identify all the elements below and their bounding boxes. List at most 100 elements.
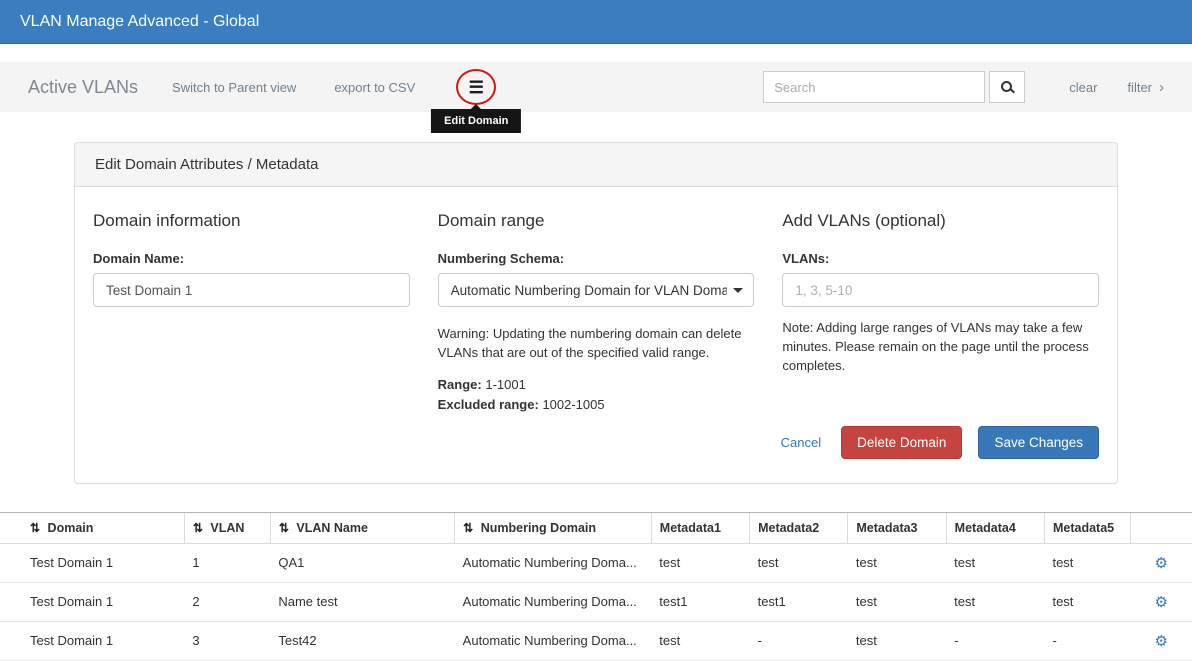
column-header-label: Numbering Domain: [481, 521, 596, 535]
switch-parent-view-link[interactable]: Switch to Parent view: [172, 80, 296, 95]
domain-information-heading: Domain information: [93, 211, 410, 231]
excluded-range-label: Excluded range:: [438, 397, 539, 412]
add-vlans-heading: Add VLANs (optional): [782, 211, 1099, 231]
edit-domain-tooltip: Edit Domain: [431, 109, 521, 133]
cell-metadata4: test: [946, 543, 1044, 582]
table-header-row: ⇅ Domain ⇅ VLAN ⇅ VLAN Name ⇅ Numbering …: [0, 512, 1192, 543]
sort-icon: ⇅: [30, 521, 40, 535]
search-input[interactable]: [763, 71, 985, 103]
column-header-vlan-name[interactable]: ⇅ VLAN Name: [270, 512, 454, 543]
numbering-schema-select[interactable]: Automatic Numbering Domain for VLAN Doma: [438, 273, 755, 307]
caret-down-icon: [733, 288, 743, 293]
cell-metadata4: test: [946, 582, 1044, 621]
column-header-vlan[interactable]: ⇅ VLAN: [184, 512, 270, 543]
sort-icon: ⇅: [193, 521, 203, 535]
row-actions-cell: ⚙: [1130, 621, 1192, 660]
page-title: VLAN Manage Advanced - Global: [20, 13, 259, 31]
delete-domain-button[interactable]: Delete Domain: [841, 426, 962, 459]
column-header-numbering-domain[interactable]: ⇅ Numbering Domain: [455, 512, 652, 543]
panel-body: Domain information Domain Name: Domain r…: [75, 187, 1117, 483]
cell-vlan: 1: [184, 543, 270, 582]
numbering-schema-label: Numbering Schema:: [438, 251, 755, 266]
table-row: Test Domain 1 3 Test42 Automatic Numberi…: [0, 621, 1192, 660]
cell-metadata3: test: [848, 543, 946, 582]
vlans-table-container: ⇅ Domain ⇅ VLAN ⇅ VLAN Name ⇅ Numbering …: [0, 512, 1192, 661]
search-button[interactable]: [989, 71, 1025, 103]
cell-metadata5: test: [1044, 582, 1130, 621]
export-csv-link[interactable]: export to CSV: [334, 80, 415, 95]
filter-label: filter: [1127, 80, 1152, 95]
cell-numbering-domain: Automatic Numbering Doma...: [455, 621, 652, 660]
add-vlans-column: Add VLANs (optional) VLANs: Note: Adding…: [782, 201, 1099, 412]
cell-domain: Test Domain 1: [0, 543, 184, 582]
cell-vlan-name: QA1: [270, 543, 454, 582]
row-actions-cell: ⚙: [1130, 582, 1192, 621]
column-header-label: VLAN Name: [296, 521, 368, 535]
clear-link[interactable]: clear: [1069, 80, 1097, 95]
domain-name-input[interactable]: [93, 273, 410, 307]
gear-icon[interactable]: ⚙: [1155, 633, 1168, 650]
domain-range-heading: Domain range: [438, 211, 755, 231]
vlans-label: VLANs:: [782, 251, 1099, 266]
search-icon: [1000, 80, 1015, 95]
cell-metadata5: test: [1044, 543, 1130, 582]
column-header-label: VLAN: [210, 521, 244, 535]
column-header-domain[interactable]: ⇅ Domain: [0, 512, 184, 543]
vlans-input[interactable]: [782, 273, 1099, 307]
cell-vlan-name: Name test: [270, 582, 454, 621]
cell-metadata3: test: [848, 621, 946, 660]
gear-icon[interactable]: ⚙: [1155, 555, 1168, 572]
cancel-button[interactable]: Cancel: [781, 435, 821, 450]
excluded-range-line: Excluded range: 1002-1005: [438, 397, 755, 412]
cell-metadata2: -: [750, 621, 848, 660]
cell-vlan: 3: [184, 621, 270, 660]
cell-metadata4: -: [946, 621, 1044, 660]
excluded-range-value: 1002-1005: [542, 397, 604, 412]
column-header-metadata1: Metadata1: [651, 512, 749, 543]
cell-domain: Test Domain 1: [0, 582, 184, 621]
vlans-table: ⇅ Domain ⇅ VLAN ⇅ VLAN Name ⇅ Numbering …: [0, 512, 1192, 661]
column-header-metadata2: Metadata2: [750, 512, 848, 543]
domain-range-column: Domain range Numbering Schema: Automatic…: [438, 201, 755, 412]
gear-icon[interactable]: ⚙: [1155, 594, 1168, 611]
schema-warning-text: Warning: Updating the numbering domain c…: [438, 325, 755, 363]
column-header-metadata3: Metadata3: [848, 512, 946, 543]
cell-metadata1: test: [651, 621, 749, 660]
toolbar: Active VLANs Switch to Parent view expor…: [0, 62, 1192, 112]
column-header-actions: [1130, 512, 1192, 543]
table-row: Test Domain 1 1 QA1 Automatic Numbering …: [0, 543, 1192, 582]
cell-metadata2: test: [750, 543, 848, 582]
cell-vlan: 2: [184, 582, 270, 621]
cell-vlan-name: Test42: [270, 621, 454, 660]
range-line: Range: 1-1001: [438, 377, 755, 392]
range-value: 1-1001: [485, 377, 525, 392]
cell-numbering-domain: Automatic Numbering Doma...: [455, 543, 652, 582]
search-group: [763, 71, 1025, 103]
row-actions-cell: ⚙: [1130, 543, 1192, 582]
column-header-label: Domain: [48, 521, 94, 535]
cell-metadata2: test1: [750, 582, 848, 621]
cell-metadata3: test: [848, 582, 946, 621]
sort-icon: ⇅: [279, 521, 289, 535]
cell-numbering-domain: Automatic Numbering Doma...: [455, 582, 652, 621]
cell-metadata5: -: [1044, 621, 1130, 660]
edit-domain-menu-button[interactable]: ☰ Edit Domain: [459, 72, 493, 102]
chevron-right-icon: ›: [1159, 80, 1164, 95]
cell-domain: Test Domain 1: [0, 621, 184, 660]
domain-name-label: Domain Name:: [93, 251, 410, 266]
section-title: Active VLANs: [28, 77, 138, 98]
menu-icon: ☰: [469, 79, 484, 96]
cell-metadata1: test: [651, 543, 749, 582]
column-header-metadata4: Metadata4: [946, 512, 1044, 543]
save-changes-button[interactable]: Save Changes: [978, 426, 1099, 459]
edit-domain-panel: Edit Domain Attributes / Metadata Domain…: [74, 142, 1118, 484]
sort-icon: ⇅: [463, 521, 473, 535]
column-header-metadata5: Metadata5: [1044, 512, 1130, 543]
range-label: Range:: [438, 377, 482, 392]
filter-link[interactable]: filter ›: [1127, 80, 1164, 95]
panel-title: Edit Domain Attributes / Metadata: [75, 143, 1117, 187]
panel-actions: Cancel Delete Domain Save Changes: [93, 426, 1099, 459]
domain-information-column: Domain information Domain Name:: [93, 201, 410, 412]
table-row: Test Domain 1 2 Name test Automatic Numb…: [0, 582, 1192, 621]
numbering-schema-value: Automatic Numbering Domain for VLAN Doma: [451, 283, 728, 298]
